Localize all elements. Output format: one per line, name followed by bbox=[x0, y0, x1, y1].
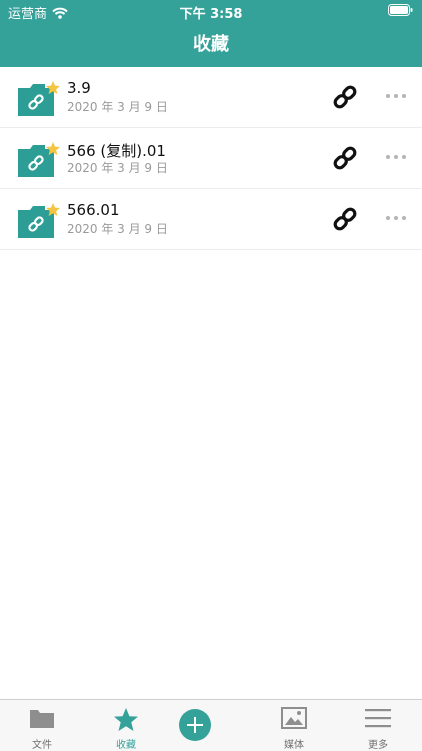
more-icon[interactable] bbox=[385, 92, 407, 100]
linked-folder-icon bbox=[18, 81, 60, 116]
tab-files[interactable]: 文件 bbox=[0, 700, 84, 751]
tab-files-label: 文件 bbox=[32, 740, 52, 751]
item-date: 2020 年 3 月 9 日 bbox=[67, 100, 168, 114]
link-icon[interactable] bbox=[331, 144, 359, 172]
status-time: 下午 3:58 bbox=[179, 7, 243, 22]
battery-icon bbox=[388, 4, 413, 16]
item-name: 3.9 bbox=[67, 79, 91, 97]
plus-icon bbox=[187, 717, 203, 733]
page-title: 收藏 bbox=[193, 34, 229, 55]
favorites-list: 3.9 2020 年 3 月 9 日 566 (复制).01 2020 年 3 … bbox=[0, 67, 422, 250]
folder-icon bbox=[30, 710, 54, 728]
item-date: 2020 年 3 月 9 日 bbox=[67, 161, 168, 175]
tab-media-label: 媒体 bbox=[284, 740, 304, 751]
linked-folder-icon bbox=[18, 142, 60, 177]
tab-favorites[interactable]: 收藏 bbox=[84, 700, 168, 751]
tab-favorites-label: 收藏 bbox=[116, 740, 136, 751]
list-item[interactable]: 566 (复制).01 2020 年 3 月 9 日 bbox=[0, 128, 422, 189]
tab-add[interactable] bbox=[168, 700, 252, 751]
status-bar: 运营商 下午 3:58 bbox=[0, 0, 422, 22]
tab-more[interactable]: 更多 bbox=[336, 700, 420, 751]
link-icon[interactable] bbox=[331, 205, 359, 233]
link-icon[interactable] bbox=[331, 83, 359, 111]
item-date: 2020 年 3 月 9 日 bbox=[67, 222, 168, 236]
header: 运营商 下午 3:58 收藏 bbox=[0, 0, 422, 67]
image-icon bbox=[281, 707, 307, 729]
tab-media[interactable]: 媒体 bbox=[252, 700, 336, 751]
star-icon bbox=[114, 708, 138, 731]
more-icon[interactable] bbox=[385, 153, 407, 161]
tab-bar: 文件 收藏 媒体 更多 bbox=[0, 699, 422, 751]
list-item[interactable]: 566.01 2020 年 3 月 9 日 bbox=[0, 189, 422, 250]
linked-folder-icon bbox=[18, 203, 60, 238]
item-name: 566 (复制).01 bbox=[67, 142, 166, 160]
more-icon[interactable] bbox=[385, 214, 407, 222]
list-item[interactable]: 3.9 2020 年 3 月 9 日 bbox=[0, 67, 422, 128]
menu-icon bbox=[365, 709, 391, 728]
add-button[interactable] bbox=[179, 709, 211, 741]
tab-more-label: 更多 bbox=[368, 740, 388, 751]
item-name: 566.01 bbox=[67, 201, 120, 219]
